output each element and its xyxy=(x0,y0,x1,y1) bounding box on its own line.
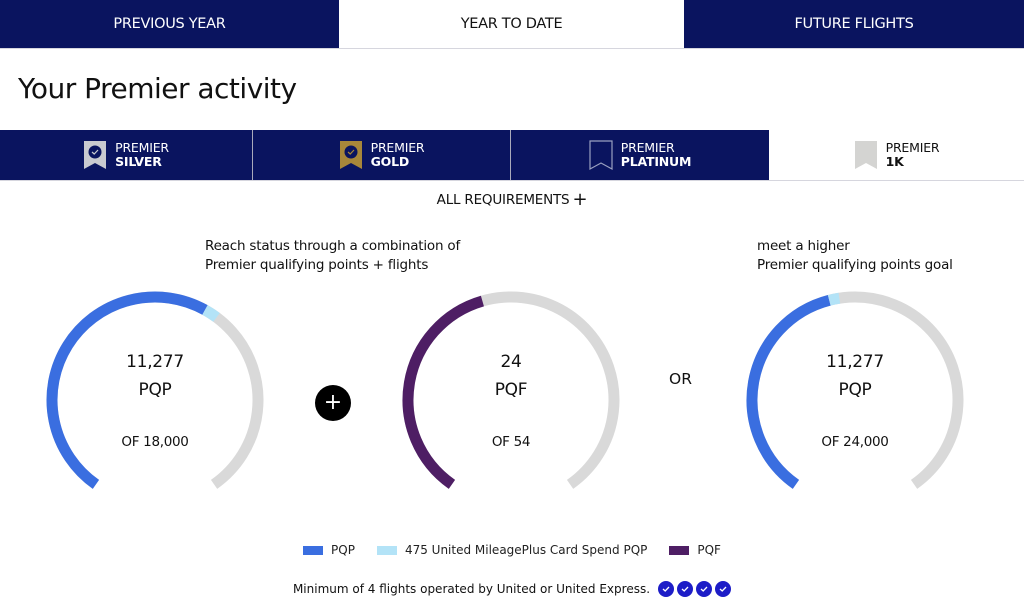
tier-tab-silver[interactable]: PREMIER SILVER xyxy=(0,130,253,180)
legend-label: 475 United MileagePlus Card Spend PQP xyxy=(404,543,648,557)
tier-label-name: 1K xyxy=(885,154,904,169)
flight-check-icon xyxy=(715,581,732,597)
pqf-gauge: 24 PQF OF 54 xyxy=(396,287,626,507)
tier-label-name: GOLD xyxy=(370,154,410,169)
minimum-flights-requirement: Minimum of 4 flights operated by United … xyxy=(0,581,1024,597)
tier-label-line1: PREMIER xyxy=(885,140,940,155)
tier-label-name: SILVER xyxy=(115,154,162,169)
minimum-flights-text: Minimum of 4 flights operated by United … xyxy=(292,582,651,596)
platinum-badge-outline-icon xyxy=(589,140,613,170)
tier-label-line1: PREMIER xyxy=(620,140,675,155)
gauge-goal: OF 54 xyxy=(491,434,531,450)
tab-label: PREVIOUS YEAR xyxy=(113,16,226,32)
tab-future-flights[interactable]: FUTURE FLIGHTS xyxy=(684,0,1024,48)
higher-goal-description: meet a higher Premier qualifying points … xyxy=(757,237,953,275)
page-title: Your Premier activity xyxy=(18,72,297,105)
tier-tab-platinum[interactable]: PREMIER PLATINUM xyxy=(511,130,769,180)
plus-circle-icon: + xyxy=(315,385,351,421)
flight-check-icon xyxy=(677,581,694,597)
legend-swatch xyxy=(303,545,324,555)
expand-plus-icon: + xyxy=(572,189,588,210)
gold-badge-icon xyxy=(339,141,362,169)
tab-label: FUTURE FLIGHTS xyxy=(794,16,914,32)
combination-description: Reach status through a combination of Pr… xyxy=(205,237,460,275)
description-line: Premier qualifying points goal xyxy=(757,257,953,273)
gauge-unit: PQP xyxy=(138,380,172,400)
description-line: Premier qualifying points + flights xyxy=(205,257,429,273)
tab-year-to-date[interactable]: YEAR TO DATE xyxy=(339,0,684,48)
tier-tab-1k[interactable]: PREMIER 1K xyxy=(769,130,1024,180)
tab-previous-year[interactable]: PREVIOUS YEAR xyxy=(0,0,339,48)
legend-item-card-spend: 475 United MileagePlus Card Spend PQP xyxy=(376,543,648,557)
gauge-goal: OF 24,000 xyxy=(821,434,889,450)
legend-item-pqp: PQP xyxy=(303,543,355,557)
gauge-unit: PQF xyxy=(494,380,528,400)
gauge-goal: OF 18,000 xyxy=(121,434,189,450)
gauge-value: 11,277 xyxy=(126,352,184,372)
description-line: meet a higher xyxy=(757,238,850,254)
activity-period-tabs: PREVIOUS YEAR YEAR TO DATE FUTURE FLIGHT… xyxy=(0,0,1024,49)
gauge-card-spend-arc xyxy=(202,305,220,322)
pqp-combination-gauge: 11,277 PQP OF 18,000 xyxy=(40,287,270,507)
silver-badge-icon xyxy=(84,141,107,169)
tier-label-line1: PREMIER xyxy=(370,140,425,155)
legend-swatch xyxy=(376,545,397,555)
gauge-legend: PQP 475 United MileagePlus Card Spend PQ… xyxy=(0,543,1024,557)
tier-label-name: PLATINUM xyxy=(620,154,692,169)
legend-item-pqf: PQF xyxy=(669,543,721,557)
pqp-only-gauge: 11,277 PQP OF 24,000 xyxy=(740,287,970,507)
flight-check-icon xyxy=(658,581,675,597)
tab-label: YEAR TO DATE xyxy=(460,16,563,32)
gauge-card-spend-arc xyxy=(827,292,841,306)
all-requirements-label: ALL REQUIREMENTS xyxy=(436,192,570,208)
1k-badge-icon xyxy=(854,141,877,169)
tier-tab-gold[interactable]: PREMIER GOLD xyxy=(253,130,511,180)
description-line: Reach status through a combination of xyxy=(205,238,461,254)
tier-label-line1: PREMIER xyxy=(115,140,169,155)
or-separator: OR xyxy=(669,370,692,388)
gauge-value: 24 xyxy=(500,352,522,372)
flight-checkmarks xyxy=(658,581,732,597)
all-requirements-toggle[interactable]: ALL REQUIREMENTS + xyxy=(0,189,1024,210)
legend-label: PQF xyxy=(697,543,721,557)
flight-check-icon xyxy=(696,581,713,597)
premier-tier-tabs: PREMIER SILVER PREMIER GOLD PREMIER PLAT… xyxy=(0,130,1024,181)
legend-label: PQP xyxy=(331,543,355,557)
legend-swatch xyxy=(669,545,690,555)
gauge-value: 11,277 xyxy=(826,352,884,372)
gauge-unit: PQP xyxy=(838,380,872,400)
